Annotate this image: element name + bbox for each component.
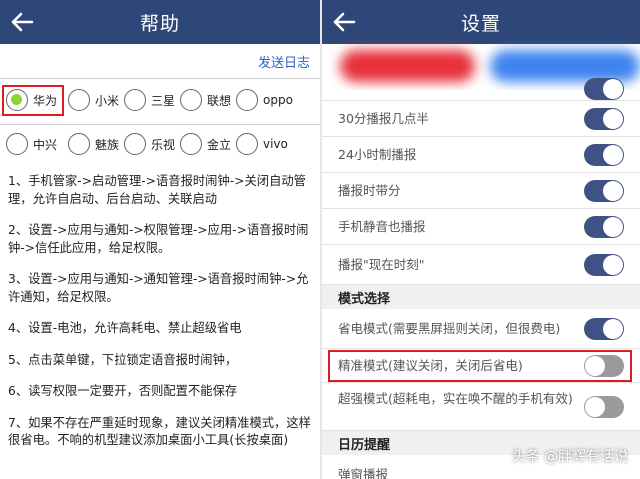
help-title: 帮助	[139, 13, 180, 35]
radio-button[interactable]	[124, 133, 146, 155]
toggle-switch[interactable]	[584, 318, 624, 340]
setting-label: 30分播报几点半	[338, 111, 429, 126]
brand-option-vivo[interactable]: vivo	[236, 131, 288, 157]
brand-option-samsung[interactable]: 三星	[124, 87, 175, 113]
brand-option-letv[interactable]: 乐视	[124, 131, 175, 157]
setting-row[interactable]: 省电模式(需要黑屏摇则关闭，但很费电)	[322, 309, 640, 349]
setting-label: 省电模式(需要黑屏摇则关闭，但很费电)	[338, 321, 561, 336]
setting-row[interactable]: 30分播报几点半	[322, 101, 640, 137]
setting-label: 弹窗播报	[338, 467, 389, 479]
brand-label: 魅族	[95, 137, 120, 152]
instruction-item: 1、手机管家->启动管理->语音报时闹钟->关闭自动管理，允许自启动、后台启动、…	[8, 174, 306, 206]
divider	[0, 78, 320, 79]
section-header-mode: 模式选择	[322, 285, 640, 309]
setting-row[interactable]: 超强模式(超耗电，实在唤不醒的手机有效)	[322, 383, 640, 431]
instruction-item: 2、设置->应用与通知->权限管理->应用->语音报时闹钟->信任此应用，给足权…	[8, 223, 309, 255]
setting-label: 24小时制播报	[338, 147, 417, 162]
settings-title: 设置	[460, 13, 501, 35]
instructions: 1、手机管家->启动管理->语音报时闹钟->关闭自动管理，允许自启动、后台启动、…	[8, 173, 312, 464]
toggle-switch[interactable]	[584, 78, 624, 100]
section-title: 日历提醒	[338, 438, 391, 453]
brand-label: 三星	[151, 93, 176, 108]
setting-row[interactable]: 手机静音也播报	[322, 209, 640, 245]
radio-button[interactable]	[180, 89, 202, 111]
help-header: 帮助	[0, 0, 320, 44]
settings-header: 设置	[322, 0, 640, 44]
send-log-link[interactable]: 发送日志	[258, 52, 310, 71]
section-title: 模式选择	[338, 292, 391, 307]
setting-row-partial	[322, 78, 640, 101]
setting-row[interactable]: 24小时制播报	[322, 137, 640, 173]
brand-label: vivo	[263, 137, 288, 151]
brand-option-zte[interactable]: 中兴	[6, 131, 57, 157]
brand-option-xiaomi[interactable]: 小米	[68, 87, 119, 113]
radio-button[interactable]	[6, 133, 28, 155]
instruction-item: 5、点击菜单键，下拉锁定语音报时闹钟，	[8, 352, 238, 367]
watermark: 头条 @胖辉有话说	[511, 449, 628, 465]
setting-row[interactable]: 播报时带分	[322, 173, 640, 209]
divider	[0, 124, 320, 125]
brand-option-gionee[interactable]: 金立	[180, 131, 231, 157]
radio-button[interactable]	[68, 89, 90, 111]
brand-label: 乐视	[151, 137, 176, 152]
brand-label: 中兴	[33, 137, 58, 152]
brand-label: 联想	[207, 93, 232, 108]
radio-button[interactable]	[180, 133, 202, 155]
toggle-switch[interactable]	[584, 216, 624, 238]
help-screen: 帮助 发送日志 华为 小米 三星 联想 oppo 中兴 魅族 乐视 金立 viv…	[0, 0, 320, 479]
selection-highlight	[328, 350, 632, 382]
instruction-item: 3、设置->应用与通知->通知管理->语音报时闹钟->允许通知，给足权限。	[8, 272, 309, 304]
instruction-item: 7、如果不存在严重延时现象，建议关闭精准模式，这样很省电。不响的机型建议添加桌面…	[8, 415, 311, 448]
setting-label: 播报时带分	[338, 183, 401, 198]
toggle-switch[interactable]	[584, 396, 624, 418]
radio-button[interactable]	[124, 89, 146, 111]
radio-button[interactable]	[236, 133, 258, 155]
brand-label: oppo	[263, 93, 293, 107]
brand-option-meizu[interactable]: 魅族	[68, 131, 119, 157]
blurred-region	[490, 50, 640, 82]
settings-screen: 设置 30分播报几点半 24小时制播报 播报时带分 手机静音也播报 播报"现在时…	[322, 0, 640, 479]
brand-option-lenovo[interactable]: 联想	[180, 87, 231, 113]
blurred-region	[340, 50, 475, 82]
instruction-item: 6、读写权限一定要开，否则配置不能保存	[8, 384, 238, 398]
radio-button[interactable]	[236, 89, 258, 111]
setting-row[interactable]: 播报"现在时刻"	[322, 245, 640, 285]
instruction-item: 4、设置-电池，允许高耗电、禁止超级省电	[8, 321, 242, 335]
setting-label: 超强模式(超耗电，实在唤不醒的手机有效)	[338, 391, 573, 406]
radio-button[interactable]	[68, 133, 90, 155]
brand-label: 金立	[207, 137, 232, 152]
selection-highlight	[2, 85, 64, 116]
setting-label: 手机静音也播报	[338, 219, 426, 234]
toggle-switch[interactable]	[584, 254, 624, 276]
setting-label: 播报"现在时刻"	[338, 257, 425, 272]
toggle-switch[interactable]	[584, 108, 624, 130]
toggle-switch[interactable]	[584, 180, 624, 202]
brand-option-oppo[interactable]: oppo	[236, 87, 293, 113]
brand-label: 小米	[95, 93, 120, 108]
toggle-switch[interactable]	[584, 144, 624, 166]
